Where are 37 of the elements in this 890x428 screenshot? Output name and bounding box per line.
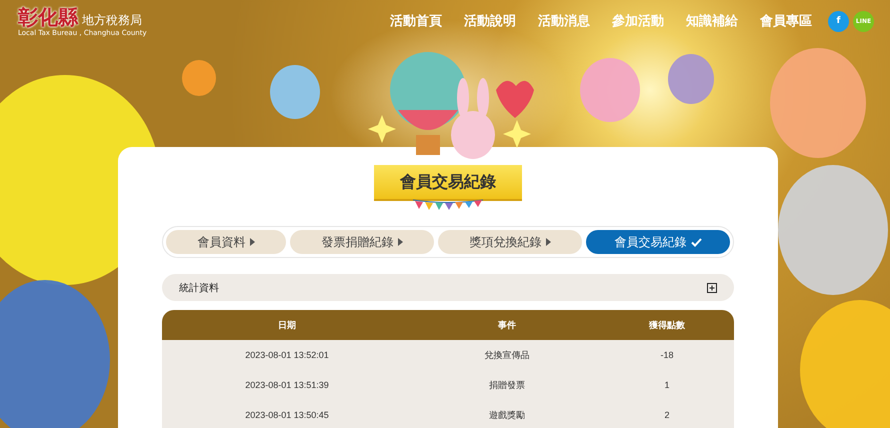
nav-link[interactable]: 活動首頁 — [390, 12, 442, 30]
check-icon — [690, 238, 702, 246]
tab[interactable]: 會員資料 — [166, 230, 286, 254]
table-cell-text: 捐贈發票 — [488, 378, 526, 392]
nav-link[interactable]: 活動消息 — [538, 12, 590, 30]
column-header: 日期 — [277, 320, 297, 332]
logo-title: 彰化縣 — [18, 6, 78, 28]
bunting-icon — [413, 199, 483, 211]
page-title: 會員交易紀錄 — [374, 165, 522, 199]
nav-link[interactable]: 知識補給 — [686, 12, 738, 30]
table-cell-text: 2 — [663, 410, 670, 420]
column-header: 獲得點數 — [648, 320, 686, 332]
stats-panel[interactable]: 統計資料 — [162, 274, 734, 301]
balloon-drawing — [182, 60, 216, 96]
stats-label: 統計資料 — [179, 282, 219, 294]
table-cell-text: 2023-08-01 13:50:45 — [244, 410, 330, 420]
table-cell-text: 2023-08-01 13:51:39 — [244, 380, 330, 390]
tab[interactable]: 發票捐贈紀錄 — [290, 230, 434, 254]
table-cell-text: 遊戲獎勵 — [488, 408, 526, 422]
facebook-button[interactable]: f — [828, 10, 849, 32]
column-header: 事件 — [497, 319, 517, 332]
table-cell-text: -18 — [659, 350, 674, 360]
nav-link[interactable]: 會員專區 — [760, 12, 812, 30]
expand-icon[interactable] — [707, 282, 717, 292]
nav-link[interactable]: 參加活動 — [612, 12, 664, 30]
nav-link[interactable]: 活動說明 — [464, 12, 516, 30]
tab[interactable]: 獎項兌換紀錄 — [438, 230, 582, 254]
tab[interactable]: 會員交易紀錄 — [586, 230, 730, 254]
caret-icon — [250, 238, 254, 246]
caret-icon — [546, 238, 550, 246]
balloon-drawing — [270, 65, 320, 119]
caret-icon — [398, 238, 402, 246]
logo-subtitle: 地方稅務局 — [82, 12, 142, 28]
table-cell-text: 1 — [663, 380, 670, 390]
table-cell-text: 2023-08-01 13:52:01 — [244, 350, 330, 360]
balloon-drawing — [668, 54, 714, 104]
table-cell-text: 兌換宣傳品 — [484, 348, 530, 362]
